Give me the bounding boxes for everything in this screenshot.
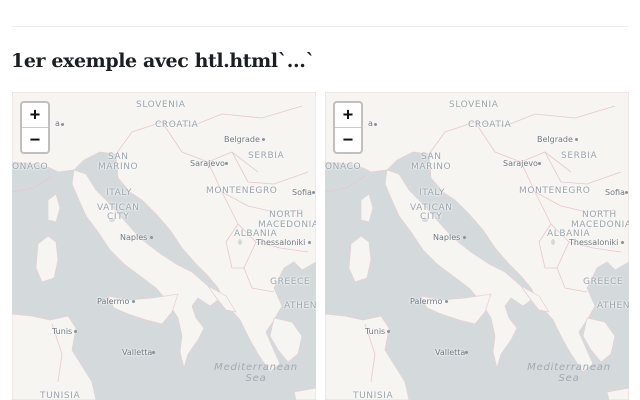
map-panel-right[interactable]: + − SLOVENIA CROATIA a Belgrade SERBIA S…	[325, 92, 629, 400]
city-label-thessaloniki: Thessaloniki	[256, 238, 306, 247]
city-dot	[621, 241, 624, 244]
zoom-in-button[interactable]: +	[335, 103, 361, 128]
country-label-montenegro: MONTENEGRO	[206, 186, 278, 196]
country-label-italy: ITALY	[419, 188, 445, 198]
city-label-naples: Naples	[433, 233, 461, 242]
city-dot	[312, 191, 315, 194]
sea-label-line2: Sea	[558, 373, 580, 384]
country-label-tunisia: TUNISIA	[353, 391, 394, 400]
city-dot	[225, 162, 228, 165]
country-label-italy: ITALY	[106, 188, 132, 198]
city-dot	[387, 330, 390, 333]
city-label-palermo: Palermo	[97, 297, 130, 306]
city-label-sofia: Sofia	[292, 188, 312, 197]
country-label-tunisia: TUNISIA	[40, 391, 81, 400]
city-label-sarajevo: Sarajevo	[503, 159, 538, 168]
zoom-out-button[interactable]: −	[335, 128, 361, 152]
country-label-san-marino-line2: MARINO	[411, 162, 452, 172]
country-label-north-macedonia-line1: NORTH	[582, 210, 617, 220]
city-label-athens: ATHENS	[284, 301, 316, 311]
city-dot	[463, 236, 466, 239]
city-label-tunis: Tunis	[365, 327, 386, 336]
country-label-monaco: ONACO	[325, 162, 362, 172]
city-label-valletta: Valletta	[122, 348, 153, 357]
city-dot	[308, 241, 311, 244]
country-label-san-marino-line2: MARINO	[98, 162, 139, 172]
city-dot	[374, 123, 377, 126]
country-label-slovenia: SLOVENIA	[449, 100, 499, 110]
country-label-san-marino-line1: SAN	[108, 152, 129, 162]
city-label-thessaloniki: Thessaloniki	[569, 238, 619, 247]
top-divider	[12, 26, 628, 27]
sea-label-mediterranean: Mediterranean Sea	[521, 362, 617, 384]
sea-label-line1: Mediterranean	[214, 362, 298, 373]
city-label-tunis: Tunis	[52, 327, 73, 336]
country-label-san-marino-line1: SAN	[421, 152, 442, 162]
city-label-sarajevo: Sarajevo	[190, 159, 225, 168]
country-label-vatican-line2: CITY	[107, 212, 130, 222]
city-dot	[152, 351, 155, 354]
city-label-belgrade: Belgrade	[224, 135, 260, 144]
city-dot	[61, 123, 64, 126]
map-panel-left[interactable]: + − SLOVENIA CROATIA a Belgrade SERBIA S…	[12, 92, 316, 400]
country-label-serbia: SERBIA	[248, 151, 285, 161]
section-heading: 1er exemple avec htl.html`...`	[11, 50, 315, 72]
country-label-vatican-line2: CITY	[420, 212, 443, 222]
city-label-partial: a	[55, 119, 60, 128]
city-dot	[150, 236, 153, 239]
city-dot	[465, 351, 468, 354]
city-label-partial: a	[368, 119, 373, 128]
zoom-control: + −	[333, 101, 363, 154]
sea-label-mediterranean: Mediterranean Sea	[208, 362, 304, 384]
city-label-belgrade: Belgrade	[537, 135, 573, 144]
country-label-greece: GREECE	[270, 277, 311, 287]
city-label-palermo: Palermo	[410, 297, 443, 306]
sea-label-line2: Sea	[245, 373, 267, 384]
city-dot	[625, 191, 628, 194]
city-dot	[538, 162, 541, 165]
city-dot	[132, 300, 135, 303]
country-label-serbia: SERBIA	[561, 151, 598, 161]
city-dot	[74, 330, 77, 333]
country-label-croatia: CROATIA	[468, 120, 512, 130]
country-label-montenegro: MONTENEGRO	[519, 186, 591, 196]
city-dot	[262, 138, 265, 141]
country-label-greece: GREECE	[583, 277, 624, 287]
city-label-sofia: Sofia	[605, 188, 625, 197]
city-label-naples: Naples	[120, 233, 148, 242]
city-dot	[445, 300, 448, 303]
city-dot	[575, 138, 578, 141]
city-label-athens: ATHENS	[597, 301, 629, 311]
zoom-out-button[interactable]: −	[22, 128, 48, 152]
country-label-croatia: CROATIA	[155, 120, 199, 130]
country-label-slovenia: SLOVENIA	[136, 100, 186, 110]
country-label-north-macedonia-line1: NORTH	[269, 210, 304, 220]
city-label-valletta: Valletta	[435, 348, 466, 357]
sea-label-line1: Mediterranean	[527, 362, 611, 373]
zoom-in-button[interactable]: +	[22, 103, 48, 128]
country-label-monaco: ONACO	[12, 162, 49, 172]
zoom-control: + −	[20, 101, 50, 154]
